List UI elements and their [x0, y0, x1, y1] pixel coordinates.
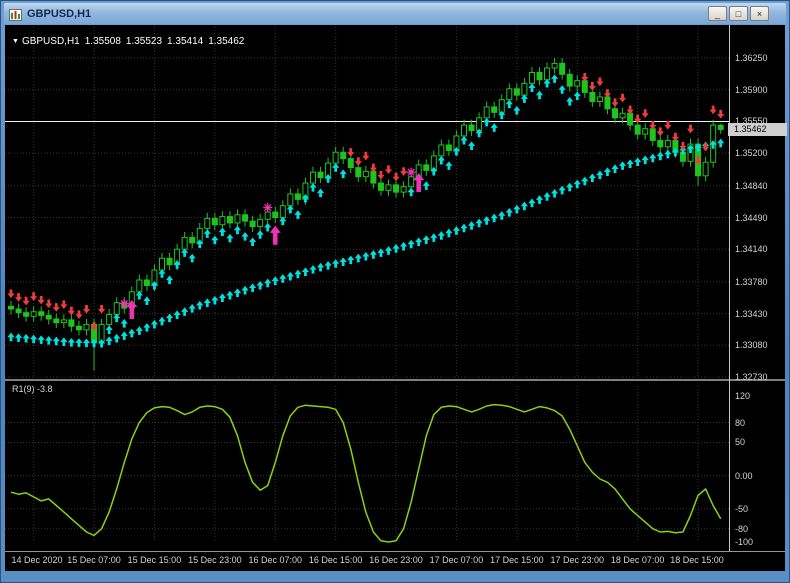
time-scale-label: 18 Dec 15:00 — [670, 555, 724, 565]
price-scale-label: 1.33080 — [735, 340, 768, 351]
chart-area: ▼ GBPUSD,H1 1.35508 1.35523 1.35414 1.35462 R… — [5, 25, 787, 571]
indicator-scale-label: -80 — [735, 523, 749, 534]
time-scale-label: 16 Dec 23:00 — [369, 555, 423, 565]
price-scale[interactable]: 1.36250 1.35900 1.35550 1.35200 1.34840 1.344… — [731, 25, 787, 382]
quote-open: 1.35508 — [84, 36, 121, 47]
time-scale-label: 16 Dec 07:00 — [248, 555, 303, 565]
indicator-scale-label: -100 — [735, 537, 754, 547]
time-scale-label: 17 Dec 23:00 — [550, 555, 605, 565]
time-scale[interactable]: 14 Dec 2020 15 Dec 07:00 15 Dec 15:00 15 De… — [5, 554, 729, 568]
window-titlebar[interactable]: GBPUSD,H1 _ □ × — [4, 3, 786, 24]
price-scale-label: 1.32730 — [735, 372, 768, 382]
restore-icon: □ — [735, 8, 742, 19]
price-scale-label: 1.33780 — [735, 276, 768, 287]
price-scale-label: 1.34840 — [735, 180, 768, 191]
indicator-scale-label: 50 — [735, 437, 746, 448]
price-scale-label: 1.36250 — [735, 53, 768, 63]
quote-symbol: GBPUSD,H1 — [21, 36, 80, 47]
time-scale-label: 15 Dec 23:00 — [188, 555, 242, 565]
oscillator-line-layer — [10, 403, 722, 543]
price-scale-label: 1.34490 — [735, 212, 768, 223]
oscillator-canvas[interactable] — [5, 382, 729, 550]
chart-icon — [9, 8, 22, 21]
main-sub-separator[interactable] — [5, 379, 785, 381]
quote-low: 1.35414 — [167, 36, 204, 47]
time-scale-label: 17 Dec 07:00 — [429, 555, 484, 565]
indicator-scale[interactable]: 120 80 50 0.00 -50 -80 -100 — [731, 382, 787, 550]
chart-window: GBPUSD,H1 _ □ × ▼ GBPUSD,H1 1.35508 1.35523… — [0, 0, 790, 583]
window-controls: _ □ × — [706, 6, 769, 21]
minimize-button[interactable]: _ — [708, 6, 727, 21]
minimize-icon: _ — [714, 8, 720, 19]
window-title: GBPUSD,H1 — [27, 7, 92, 20]
indicator-scale-label: 120 — [735, 391, 751, 401]
main-grid — [5, 27, 729, 378]
price-scale-label: 1.35900 — [735, 84, 768, 95]
time-scale-label: 15 Dec 15:00 — [127, 555, 182, 565]
price-scale-label: 1.35200 — [735, 148, 768, 159]
indicator-scale-label: -50 — [735, 503, 749, 514]
indicator-scale-label: 80 — [735, 417, 746, 428]
price-scale-separator — [729, 25, 730, 551]
quote-line: ▼ GBPUSD,H1 1.35508 1.35523 1.35414 1.35462 — [12, 36, 249, 47]
price-scale-label: 1.34140 — [735, 244, 768, 255]
time-scale-label: 15 Dec 07:00 — [67, 555, 121, 565]
indicator-label: R1(9) -3.8 — [12, 384, 53, 394]
sub-grid — [5, 386, 729, 542]
restore-button[interactable]: □ — [729, 6, 748, 21]
quote-close: 1.35462 — [208, 36, 245, 47]
close-button[interactable]: × — [750, 6, 769, 21]
quote-high: 1.35523 — [125, 36, 163, 47]
time-scale-label: 14 Dec 2020 — [11, 555, 63, 565]
current-price-tag: 1.35462 — [728, 122, 787, 136]
price-scale-label: 1.33430 — [735, 308, 768, 319]
symbol-dropdown-icon[interactable]: ▼ — [12, 38, 19, 45]
time-axis-separator — [5, 551, 785, 552]
time-scale-label: 16 Dec 15:00 — [308, 555, 363, 565]
time-scale-label: 17 Dec 15:00 — [490, 555, 544, 565]
close-icon: × — [756, 8, 763, 19]
indicator-scale-label: 0.00 — [735, 470, 753, 481]
fast-trend-arrows-layer — [105, 74, 581, 334]
time-scale-label: 18 Dec 07:00 — [610, 555, 665, 565]
price-chart-canvas[interactable] — [5, 25, 729, 379]
